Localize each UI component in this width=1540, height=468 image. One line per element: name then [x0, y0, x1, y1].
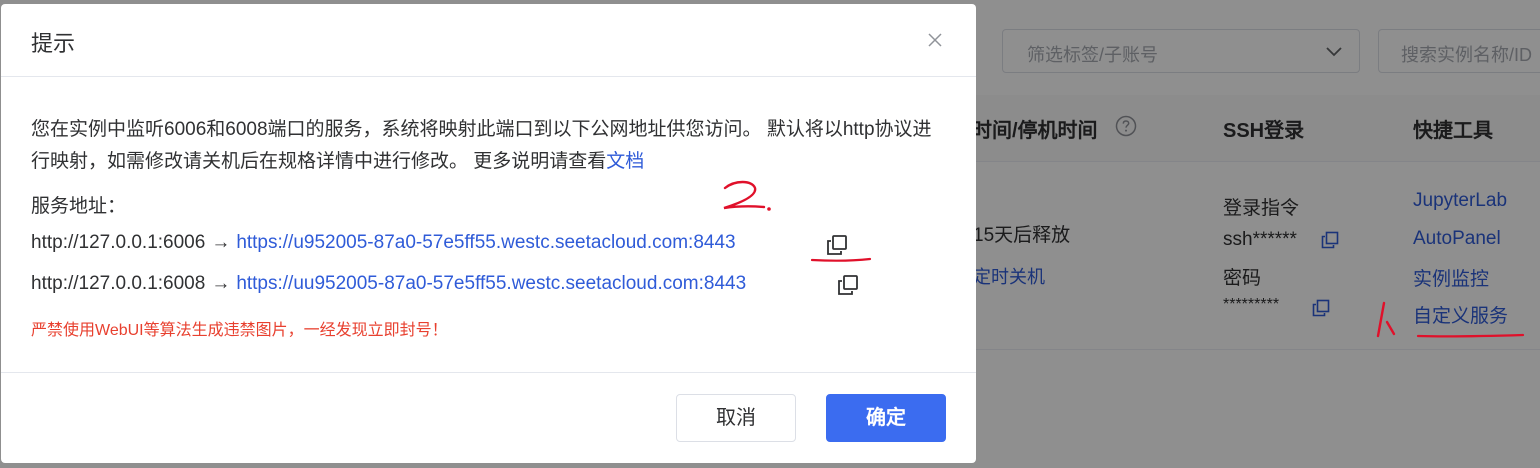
copy-icon[interactable] [826, 234, 848, 256]
copy-icon[interactable] [837, 274, 859, 296]
dialog-header: 提示 [1, 4, 976, 77]
dialog-message: 您在实例中监听6006和6008端口的服务，系统将映射此端口到以下公网地址供您访… [31, 114, 946, 178]
port-mapping-row: http://127.0.0.1:6006 → https://u952005-87… [31, 232, 736, 254]
public-address-link[interactable]: https://u952005-87a0-57e5ff55.westc.seet… [236, 232, 735, 253]
port-mapping-row: http://127.0.0.1:6008 → https://uu952005-8… [31, 273, 746, 295]
service-address-label: 服务地址： [31, 196, 127, 217]
public-address-link[interactable]: https://uu952005-87a0-57e5ff55.westc.see… [236, 273, 746, 294]
documentation-link[interactable]: 文档 [606, 151, 644, 172]
arrow: → [211, 232, 231, 253]
dialog-message-text: 您在实例中监听6006和6008端口的服务，系统将映射此端口到以下公网地址供您访… [31, 119, 932, 172]
warning-text: 严禁使用WebUI等算法生成违禁图片，一经发现立即封号！ [31, 322, 448, 339]
dialog-footer-divider [1, 372, 976, 373]
dialog-title: 提示 [31, 31, 76, 56]
local-address: http://127.0.0.1:6006 [31, 232, 206, 253]
close-icon[interactable] [925, 30, 945, 50]
tip-dialog: 提示 您在实例中监听6006和6008端口的服务，系统将映射此端口到以下公网地址… [1, 4, 976, 463]
cancel-button[interactable]: 取消 [676, 394, 796, 442]
confirm-button[interactable]: 确定 [826, 394, 946, 442]
local-address: http://127.0.0.1:6008 [31, 273, 206, 294]
arrow: → [211, 273, 231, 294]
